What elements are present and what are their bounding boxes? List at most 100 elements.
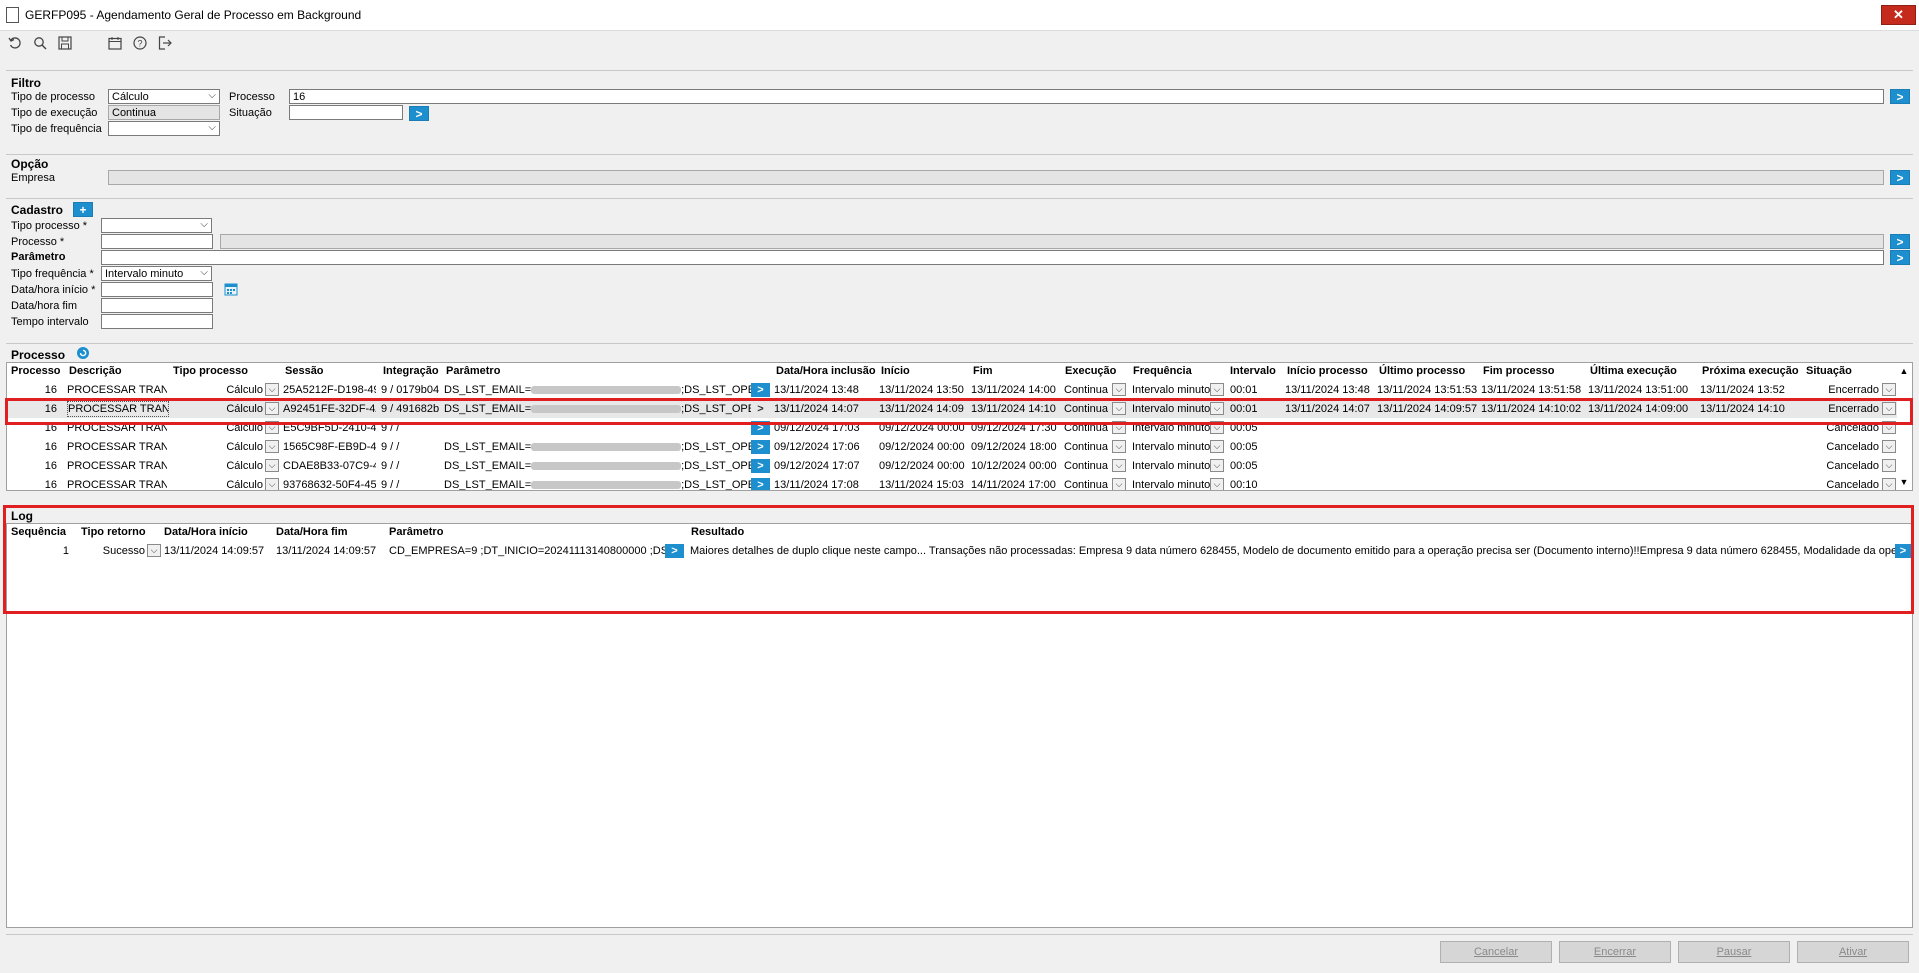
save-icon[interactable]	[56, 34, 74, 52]
column-header[interactable]: Fim	[971, 363, 1063, 380]
cad-processo-field[interactable]	[101, 234, 213, 249]
parametro-field[interactable]	[101, 250, 1884, 265]
redacted-value	[531, 443, 682, 452]
column-header[interactable]: Início	[879, 363, 971, 380]
help-icon[interactable]: ?	[131, 34, 149, 52]
dropdown-icon[interactable]: ⌵	[1882, 478, 1896, 490]
dropdown-icon[interactable]: ⌵	[1112, 440, 1126, 453]
table-row[interactable]: 16 PROCESSAR TRANS Cálculo ⌵ CDAE8B33-07C9-4…	[7, 458, 1897, 475]
data-fim-field[interactable]	[101, 298, 213, 313]
dropdown-icon[interactable]: ⌵	[1210, 440, 1224, 453]
processo-label: Processo	[229, 91, 275, 103]
dropdown-icon[interactable]: ⌵	[1112, 383, 1126, 396]
refresh-icon[interactable]	[6, 34, 24, 52]
cad-tipo-processo-label: Tipo processo *	[11, 220, 88, 232]
refresh-icon[interactable]	[76, 346, 90, 363]
parametro-lookup-button[interactable]: >	[1890, 250, 1910, 265]
processo-cell: 16	[44, 441, 57, 453]
column-header[interactable]: Próxima execução	[1700, 363, 1804, 380]
parametro-open-button[interactable]: >	[751, 440, 770, 454]
window-close-button[interactable]: ✕	[1881, 5, 1916, 25]
dropdown-icon[interactable]: ⌵	[265, 478, 279, 490]
cadastro-title: Cadastro	[11, 203, 64, 217]
parametro-open-button[interactable]: >	[751, 383, 770, 397]
tipo-cell: Cálculo	[226, 441, 263, 453]
table-row[interactable]: 16 PROCESSAR TRANS Cálculo ⌵ 25A5212F-D198-4…	[7, 382, 1897, 399]
parametro-open-button[interactable]: >	[751, 478, 770, 490]
descricao-cell[interactable]: PROCESSAR TRANS	[67, 458, 167, 474]
situacao-lookup-button[interactable]: >	[409, 106, 429, 121]
redacted-value	[531, 386, 682, 395]
dropdown-icon[interactable]: ⌵	[1210, 383, 1224, 396]
search-icon[interactable]	[31, 34, 49, 52]
dropdown-icon[interactable]: ⌵	[265, 383, 279, 396]
dropdown-icon[interactable]: ⌵	[265, 440, 279, 453]
column-header[interactable]: Último processo	[1377, 363, 1481, 380]
scroll-up-icon[interactable]: ▲	[1898, 365, 1910, 377]
tipo-execucao-field[interactable]: Continua	[108, 105, 220, 120]
column-header[interactable]: Última execução	[1588, 363, 1700, 380]
calendar-icon[interactable]	[106, 34, 124, 52]
integracao-cell: 9 / 0179b04	[381, 384, 440, 396]
dropdown-icon[interactable]: ⌵	[1882, 440, 1896, 453]
column-header[interactable]: Início processo	[1285, 363, 1377, 380]
column-header[interactable]: Processo	[9, 363, 67, 380]
column-header[interactable]: Parâmetro	[444, 363, 776, 380]
fim-cell: 13/11/2024 14:00	[971, 384, 1056, 396]
column-header[interactable]: Intervalo	[1228, 363, 1285, 380]
processo-lookup-button[interactable]: >	[1890, 89, 1910, 104]
exit-icon[interactable]	[156, 34, 174, 52]
proxima-execucao-cell	[1700, 477, 1800, 490]
inicio-processo-cell	[1285, 477, 1375, 490]
column-header[interactable]: Fim processo	[1481, 363, 1588, 380]
pausar-button[interactable]: Pausar	[1678, 941, 1790, 963]
cad-tipo-frequencia-select[interactable]: Intervalo minuto ⌵	[101, 266, 212, 281]
tipo-cell: Cálculo	[226, 479, 263, 491]
scroll-down-icon[interactable]: ▼	[1898, 476, 1910, 488]
descricao-cell[interactable]: PROCESSAR TRANS	[67, 477, 167, 490]
cad-tipo-processo-select[interactable]: ⌵	[101, 218, 212, 233]
cad-processo-lookup-button[interactable]: >	[1890, 234, 1910, 249]
encerrar-button[interactable]: Encerrar	[1559, 941, 1671, 963]
descricao-cell[interactable]: PROCESSAR TRANS	[67, 439, 167, 455]
tempo-intervalo-field[interactable]	[101, 314, 213, 329]
descricao-cell[interactable]: PROCESSAR TRANS	[67, 382, 167, 398]
tipo-frequencia-select[interactable]: ⌵	[108, 121, 220, 136]
processo-cell: 16	[44, 479, 57, 491]
date-picker-icon[interactable]	[224, 282, 238, 299]
app-icon	[6, 7, 19, 23]
dropdown-icon[interactable]: ⌵	[1112, 478, 1126, 490]
tipo-processo-select[interactable]: Cálculo ⌵	[108, 89, 220, 104]
add-icon[interactable]: +	[73, 202, 93, 217]
column-header[interactable]: Execução	[1063, 363, 1131, 380]
column-header[interactable]: Situação	[1804, 363, 1901, 380]
empresa-field[interactable]	[108, 170, 1884, 185]
column-header[interactable]: Descrição	[67, 363, 171, 380]
column-header[interactable]: Tipo processo	[171, 363, 283, 380]
dropdown-icon[interactable]: ⌵	[265, 459, 279, 472]
inicio-processo-cell	[1285, 439, 1375, 455]
processo-field[interactable]: 16	[289, 89, 1884, 104]
table-row[interactable]: 16 PROCESSAR TRANS Cálculo ⌵ 1565C98F-EB9D-4…	[7, 439, 1897, 456]
column-header[interactable]: Frequência	[1131, 363, 1228, 380]
table-row[interactable]: 16 PROCESSAR TRANS Cálculo ⌵ 93768632-50F4-4…	[7, 477, 1897, 491]
processo-grid[interactable]: Processo Descrição Tipo processo Sessão Inte…	[6, 362, 1913, 491]
processo-grid-title: Processo	[11, 348, 66, 362]
cancelar-button[interactable]: Cancelar	[1440, 941, 1552, 963]
dropdown-icon[interactable]: ⌵	[1882, 459, 1896, 472]
empresa-lookup-button[interactable]: >	[1890, 170, 1910, 185]
dropdown-icon[interactable]: ⌵	[1210, 478, 1224, 490]
column-header[interactable]: Data/Hora inclusão	[774, 363, 879, 380]
frequencia-cell: Intervalo minuto	[1132, 479, 1211, 491]
data-inicio-field[interactable]	[101, 282, 213, 297]
chevron-down-icon: ⌵	[200, 219, 208, 230]
dropdown-icon[interactable]: ⌵	[1112, 459, 1126, 472]
parametro-open-button[interactable]: >	[751, 459, 770, 473]
column-header[interactable]: Integração	[381, 363, 444, 380]
situacao-field[interactable]	[289, 105, 403, 120]
parametro-cell: DS_LST_EMAIL= ;DS_LST_OPER	[444, 382, 754, 398]
dropdown-icon[interactable]: ⌵	[1210, 459, 1224, 472]
ativar-button[interactable]: Ativar	[1797, 941, 1909, 963]
dropdown-icon[interactable]: ⌵	[1882, 383, 1896, 396]
column-header[interactable]: Sessão	[283, 363, 381, 380]
